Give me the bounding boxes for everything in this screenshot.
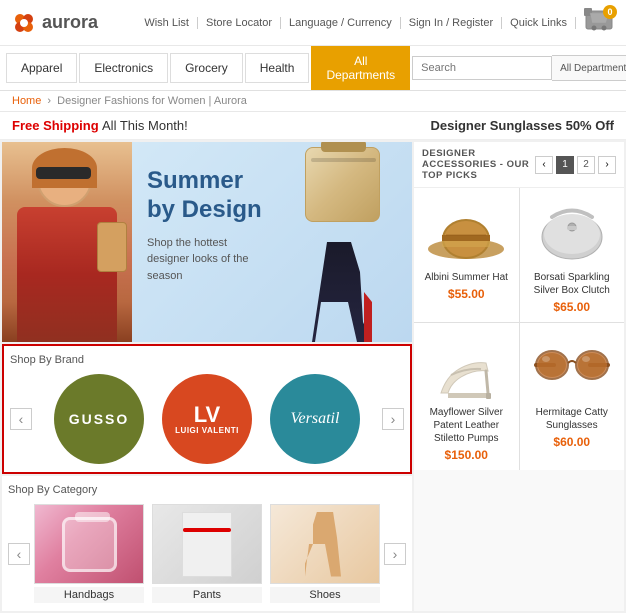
shop-by-brand: Shop By Brand ‹ GUSSO LV LUIGI VALENTI V… [2,344,412,474]
acc-page-1[interactable]: 1 [556,156,574,174]
tab-grocery[interactable]: Grocery [170,53,243,83]
brand-item-gusso[interactable]: GUSSO [54,374,144,464]
nav-quicklinks[interactable]: Quick Links [502,17,576,29]
free-shipping-sub: All This Month! [102,118,188,133]
logo-text: aurora [42,12,98,33]
category-item-pants[interactable]: Pants [152,504,262,603]
acc-item-heels-price: $150.00 [445,448,488,462]
acc-item-clutch-name: Borsati Sparkling Silver Box Clutch [528,271,617,297]
main-banner: Summerby Design Shop the hottestdesigner… [2,142,412,342]
category-label-handbags: Handbags [34,587,144,603]
shop-by-category: Shop By Category ‹ Handbags [2,476,412,611]
right-sidebar: DESIGNER ACCESSORIES - OUR TOP PICKS ‹ 1… [414,142,624,611]
search-input[interactable] [412,56,552,80]
nav-signin[interactable]: Sign In / Register [401,17,502,29]
acc-item-sunglasses-price: $60.00 [553,435,590,449]
acc-prev-button[interactable]: ‹ [535,156,553,174]
acc-item-clutch[interactable]: Borsati Sparkling Silver Box Clutch $65.… [520,188,625,322]
brand-prev-button[interactable]: ‹ [10,408,32,430]
category-prev-button[interactable]: ‹ [8,543,30,565]
acc-item-hat-price: $55.00 [448,287,485,301]
breadcrumb-separator: › [47,95,51,107]
search-dept-select[interactable]: All Departments [552,55,626,81]
acc-item-sunglasses[interactable]: Hermitage Catty Sunglasses $60.00 [520,323,625,470]
cart-button[interactable]: 0 [584,8,614,37]
nav-wishlist[interactable]: Wish List [136,17,198,29]
category-label-pants: Pants [152,587,262,603]
tab-all-departments[interactable]: All Departments [311,46,410,90]
category-item-handbags[interactable]: Handbags [34,504,144,603]
acc-item-heels-name: Mayflower Silver Patent Leather Stiletto… [422,406,511,445]
aurora-logo-icon [12,11,36,35]
category-label-shoes: Shoes [270,587,380,603]
acc-item-hat-name: Albini Summer Hat [425,271,508,284]
banner-woman-image [2,142,132,342]
acc-item-hat[interactable]: Albini Summer Hat $55.00 [414,188,519,322]
banner-subtitle: Shop the hottestdesigner looks of thesea… [147,235,267,285]
hat-image [426,201,506,266]
banner-product-image [282,142,412,342]
heels-image [426,333,506,401]
breadcrumb-current: Designer Fashions for Women | Aurora [57,95,247,107]
tab-apparel[interactable]: Apparel [6,53,77,83]
acc-item-clutch-price: $65.00 [553,300,590,314]
breadcrumb-home[interactable]: Home [12,95,41,107]
logo[interactable]: aurora [12,11,98,35]
clutch-image [532,199,612,264]
acc-next-button[interactable]: › [598,156,616,174]
acc-item-sunglasses-name: Hermitage Catty Sunglasses [528,406,617,432]
brand-item-lv[interactable]: LV LUIGI VALENTI [162,374,252,464]
sunglasses-image [532,341,612,391]
brand-item-versatil[interactable]: Versatil [270,374,360,464]
category-item-shoes[interactable]: Shoes [270,504,380,603]
accessories-header: DESIGNER ACCESSORIES - OUR TOP PICKS [422,148,535,181]
shop-brand-label: Shop By Brand [10,354,404,366]
nav-language[interactable]: Language / Currency [281,17,401,29]
shop-category-label: Shop By Category [8,484,406,496]
acc-item-heels[interactable]: Mayflower Silver Patent Leather Stiletto… [414,323,519,470]
category-next-button[interactable]: › [384,543,406,565]
banner-title: Summerby Design [147,167,267,225]
acc-page-2[interactable]: 2 [577,156,595,174]
cart-badge: 0 [603,5,617,19]
brand-next-button[interactable]: › [382,408,404,430]
designer-promo: Designer Sunglasses 50% Off [430,118,614,133]
free-shipping-promo: Free Shipping All This Month! [12,118,188,133]
tab-health[interactable]: Health [245,53,310,83]
tab-electronics[interactable]: Electronics [79,53,168,83]
nav-store-locator[interactable]: Store Locator [198,17,281,29]
free-shipping-label: Free Shipping [12,118,99,133]
